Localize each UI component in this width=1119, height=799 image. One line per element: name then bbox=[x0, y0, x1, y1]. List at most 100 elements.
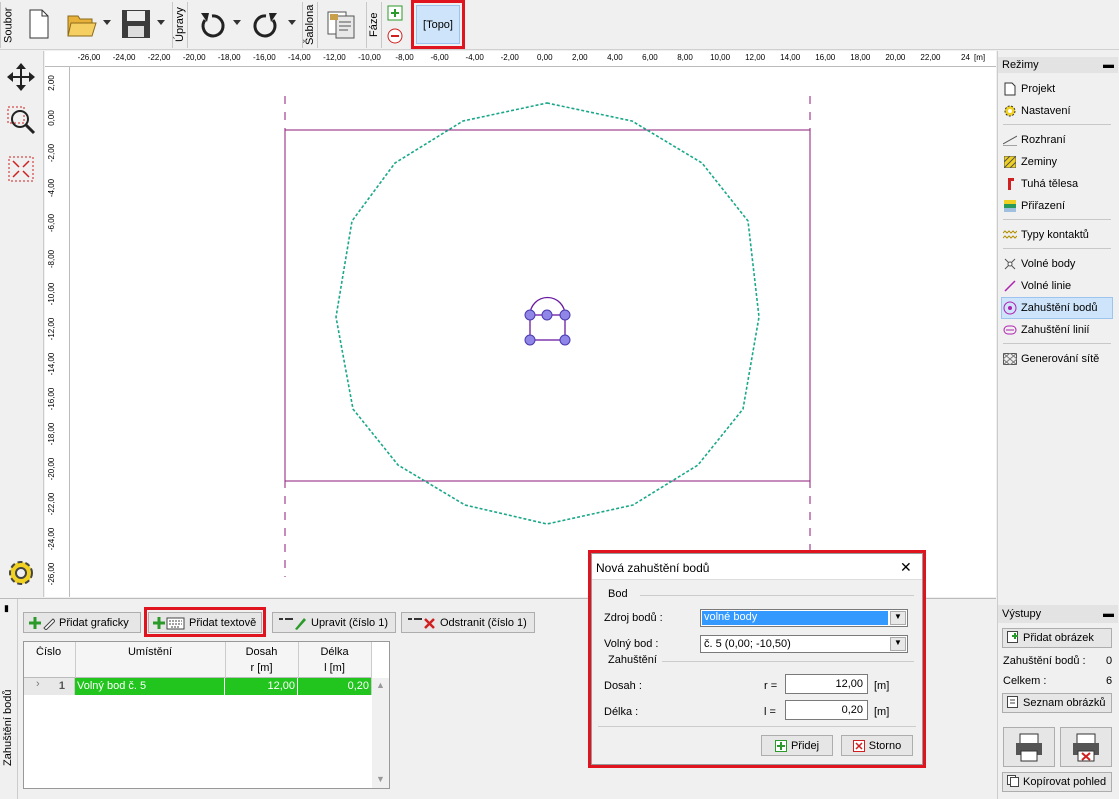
picture-list-label: Seznam obrázků bbox=[1023, 697, 1106, 709]
new-refine-dialog: Nová zahuštění bodů ✕ Bod Zdroj bodů : v… bbox=[591, 553, 923, 765]
mode-nastaveni[interactable]: Nastavení bbox=[1003, 101, 1071, 121]
ruler-top-label: 6,00 bbox=[642, 53, 658, 62]
edit-button[interactable]: Upravit (číslo 1) bbox=[272, 612, 396, 633]
zdroj-select-value: volné body bbox=[702, 611, 888, 625]
side-collapse-icon[interactable]: ▮ bbox=[4, 603, 9, 614]
scroll-up-icon[interactable]: ▲ bbox=[372, 680, 389, 690]
scroll-down-icon[interactable]: ▼ bbox=[372, 774, 389, 784]
dosah-label: Dosah : bbox=[604, 680, 642, 692]
dosah-input[interactable] bbox=[785, 674, 868, 694]
interface-icon bbox=[1003, 133, 1017, 147]
r-label: r = bbox=[764, 680, 778, 692]
ruler-left-label: -2,00 bbox=[47, 144, 56, 163]
top-toolbar bbox=[0, 0, 1119, 50]
mode-rozhrani[interactable]: Rozhraní bbox=[1003, 130, 1066, 150]
storno-button[interactable]: Storno bbox=[841, 735, 913, 756]
dialog-close-icon[interactable]: ✕ bbox=[900, 559, 912, 576]
save-dropdown-icon[interactable] bbox=[156, 16, 166, 30]
add-text-label: Přidat textově bbox=[189, 616, 257, 629]
volny-select[interactable]: č. 5 (0,00; -10,50) ▼ bbox=[700, 635, 908, 653]
total-value: 6 bbox=[1106, 675, 1113, 687]
mode-zahusteni-linii[interactable]: Zahuštění linií bbox=[1003, 320, 1089, 340]
mode-tuha-telesa[interactable]: Tuhá tělesa bbox=[1003, 174, 1078, 194]
mode-typy-kontaktu[interactable]: Typy kontaktů bbox=[1003, 225, 1089, 245]
move-icon[interactable] bbox=[4, 60, 38, 94]
mode-volne-body[interactable]: Volné body bbox=[1003, 254, 1075, 274]
mode-zahusteni-bodu[interactable]: Zahuštění bodů bbox=[1003, 298, 1097, 318]
mode-label: Volné linie bbox=[1021, 280, 1072, 292]
volny-label: Volný bod : bbox=[604, 638, 659, 650]
add-text-button[interactable]: Přidat textově bbox=[148, 612, 262, 633]
add-icon bbox=[774, 739, 787, 752]
print-button[interactable] bbox=[1003, 727, 1055, 767]
dosah-unit: [m] bbox=[874, 680, 890, 692]
ruler-left: 2,00 0,00 -2,00 -4,00 -6,00 -8,00 -10,00 -12,00… bbox=[45, 67, 70, 597]
redo-dropdown-icon[interactable] bbox=[287, 16, 297, 30]
add-graphic-button[interactable]: Přidat graficky bbox=[23, 612, 141, 633]
add-phase-icon[interactable] bbox=[386, 4, 404, 22]
zdroj-select[interactable]: volné body ▼ bbox=[700, 609, 908, 627]
menu-upravy[interactable]: Úpravy bbox=[172, 2, 188, 48]
ruler-top-label: -6,00 bbox=[430, 53, 449, 62]
contact-icon bbox=[1003, 228, 1017, 242]
total-label: Celkem : bbox=[1003, 675, 1047, 687]
picture-list-button[interactable]: Seznam obrázků bbox=[1002, 693, 1112, 713]
ruler-left-label: -18,00 bbox=[47, 422, 56, 446]
rezimy-header: Režimy ▬ bbox=[998, 57, 1118, 73]
ruler-left-label: 2,00 bbox=[47, 75, 56, 91]
printer-icon bbox=[1016, 733, 1042, 762]
copy-view-button[interactable]: Kopírovat pohled bbox=[1002, 772, 1112, 792]
ruler-top-label: 10,00 bbox=[710, 53, 731, 62]
chevron-down-icon[interactable]: ▼ bbox=[890, 611, 906, 625]
ruler-top-label: 0,00 bbox=[536, 53, 553, 62]
phase-topo-button[interactable]: [Topo] bbox=[416, 5, 460, 44]
open-folder-icon[interactable] bbox=[64, 6, 100, 42]
mode-prirazeni[interactable]: Přiřazení bbox=[1003, 196, 1065, 216]
add-graphic-label: Přidat graficky bbox=[59, 616, 129, 629]
delka-input[interactable] bbox=[785, 700, 868, 720]
zoom-icon[interactable] bbox=[4, 103, 38, 137]
menu-faze[interactable]: Fáze bbox=[366, 2, 382, 48]
ruler-left-label: -22,00 bbox=[47, 492, 56, 516]
menu-sablona[interactable]: Šablona bbox=[302, 2, 318, 48]
open-dropdown-icon[interactable] bbox=[102, 16, 112, 30]
col-dosah-unit: r [m] bbox=[250, 662, 273, 674]
print-export-button[interactable] bbox=[1060, 727, 1112, 767]
ruler-left-label: -8,00 bbox=[47, 249, 56, 268]
free-line-icon bbox=[1003, 279, 1017, 293]
undo-icon[interactable] bbox=[194, 8, 230, 42]
drawing-canvas[interactable] bbox=[70, 67, 996, 597]
table-scrollbar[interactable]: ▲ ▼ bbox=[372, 678, 389, 788]
remove-button[interactable]: Odstranit (číslo 1) bbox=[401, 612, 535, 633]
ruler-top-label: -18,00 bbox=[217, 53, 241, 62]
mode-volne-linie[interactable]: Volné linie bbox=[1003, 276, 1071, 296]
remove-phase-icon[interactable] bbox=[386, 27, 404, 45]
menu-soubor[interactable]: Soubor bbox=[0, 2, 16, 48]
mode-projekt[interactable]: Projekt bbox=[1003, 79, 1055, 99]
save-icon[interactable] bbox=[118, 6, 154, 42]
zoom-extents-icon[interactable] bbox=[4, 152, 38, 186]
row-dosah: 12,00 bbox=[225, 678, 298, 695]
mode-generovani-site[interactable]: Generování sítě bbox=[1003, 349, 1099, 369]
undo-dropdown-icon[interactable] bbox=[232, 16, 242, 30]
table-row[interactable]: › 1 Volný bod č. 5 12,00 0,20 bbox=[24, 678, 372, 695]
cancel-icon bbox=[852, 739, 865, 752]
pridej-button[interactable]: Přidej bbox=[761, 735, 833, 756]
col-cislo: Číslo bbox=[36, 646, 62, 658]
ruler-top-label: -12,00 bbox=[323, 53, 346, 62]
settings-gear-icon[interactable] bbox=[2, 554, 40, 592]
add-picture-icon bbox=[1007, 630, 1019, 646]
copy-view-label: Kopírovat pohled bbox=[1023, 776, 1107, 788]
ruler-left-label: -16,00 bbox=[47, 387, 56, 411]
add-picture-button[interactable]: Přidat obrázek bbox=[1002, 628, 1112, 648]
mode-label: Typy kontaktů bbox=[1021, 229, 1089, 241]
collapse-icon[interactable]: ▬ bbox=[1103, 59, 1114, 71]
redo-icon[interactable] bbox=[248, 8, 284, 42]
new-file-icon[interactable] bbox=[22, 6, 56, 42]
template-icon[interactable] bbox=[323, 6, 361, 42]
chevron-down-icon[interactable]: ▼ bbox=[890, 637, 906, 651]
ruler-top-label: 16,00 bbox=[815, 53, 836, 62]
mode-zeminy[interactable]: Zeminy bbox=[1003, 152, 1057, 172]
collapse-icon[interactable]: ▬ bbox=[1103, 608, 1114, 620]
mode-label: Tuhá tělesa bbox=[1021, 178, 1079, 190]
